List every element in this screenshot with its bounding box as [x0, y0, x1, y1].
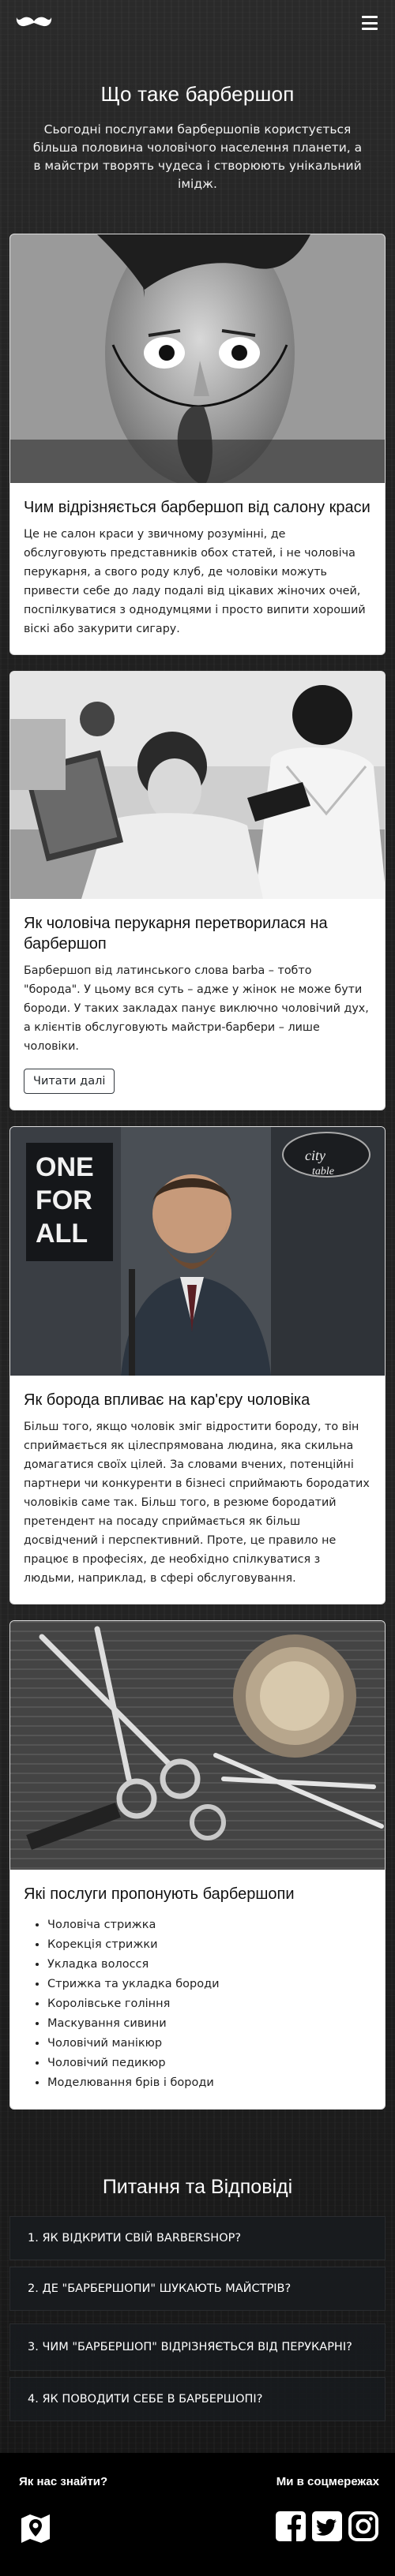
list-item: Чоловічий педикюр: [47, 2054, 371, 2073]
card-text: Це не салон краси у звичному розумінні, …: [24, 528, 366, 635]
list-item: Стрижка та укладка бороди: [47, 1975, 371, 1994]
faq-title: Питання та Відповіді: [102, 2176, 293, 2198]
article-card: ONE FOR ALL city table Як борода впливає…: [9, 1126, 386, 1604]
sign-all: ALL: [36, 1219, 88, 1249]
svg-text:table: table: [312, 1166, 334, 1178]
list-item: Моделювання брів і бороди: [47, 2073, 371, 2093]
hero-title: Що таке барбершоп: [100, 82, 295, 106]
social-links: [275, 2510, 379, 2542]
list-item: Корекція стрижки: [47, 1935, 371, 1955]
sign-for: FOR: [36, 1185, 92, 1215]
svg-text:city: city: [305, 1148, 325, 1163]
card-text: Барбершоп від латинського слова barba – …: [24, 964, 369, 1053]
card-body: Як борода впливає на кар'єру чоловіка Бі…: [10, 1376, 385, 1604]
faq-item[interactable]: 4. ЯК ПОВОДИТИ СЕБЕ В БАРБЕРШОПІ?: [9, 2377, 386, 2421]
hero-section: Що таке барбершоп Сьогодні послугами бар…: [0, 46, 395, 234]
card-body: Чим відрізняється барбершоп від салону к…: [10, 483, 385, 654]
article-card: Які послуги пропонують барбершопи Чолові…: [9, 1620, 386, 2110]
list-item: Королівське гоління: [47, 1994, 371, 2014]
hero-text: Сьогодні послугами барбершопів користуєт…: [32, 122, 363, 191]
faq-section: Питання та Відповіді 1. ЯК ВІДКРИТИ СВІЙ…: [0, 2125, 395, 2421]
footer: Як нас знайти? Ми в соцмережах: [0, 2453, 395, 2576]
sign-one: ONE: [36, 1152, 94, 1182]
read-more-button[interactable]: Читати далі: [24, 1069, 115, 1094]
card-text: Більш того, якщо чоловік зміг відростити…: [24, 1421, 370, 1585]
barber-scene-image: [10, 672, 385, 899]
dali-portrait-image: [10, 234, 385, 483]
card-body: Які послуги пропонують барбершопи Чолові…: [10, 1870, 385, 2109]
card-body: Як чоловіча перукарня перетворилася на б…: [10, 899, 385, 1110]
list-item: Чоловіча стрижка: [47, 1915, 371, 1935]
list-item: Чоловічий манікюр: [47, 2034, 371, 2054]
faq-item[interactable]: 3. ЧИМ "БАРБЕРШОП" ВІДРІЗНЯЄТЬСЯ ВІД ПЕР…: [9, 2323, 386, 2371]
facebook-icon[interactable]: [275, 2510, 307, 2542]
faq-item[interactable]: 2. ДЕ "БАРБЕРШОПИ" ШУКАЮТЬ МАЙСТРІВ?: [9, 2267, 386, 2311]
card-title: Чим відрізняється барбершоп від салону к…: [24, 499, 371, 516]
page: Що таке барбершоп Сьогодні послугами бар…: [0, 0, 395, 2576]
map-icon[interactable]: [19, 2510, 52, 2544]
instagram-icon[interactable]: [348, 2510, 379, 2542]
card-title: Які послуги пропонують барбершопи: [24, 1885, 295, 1903]
card-title: Як чоловіча перукарня перетворилася на б…: [24, 915, 328, 953]
footer-social: Ми в соцмережах: [275, 2475, 379, 2544]
hamburger-menu-button[interactable]: [362, 16, 378, 30]
top-navbar: [0, 0, 395, 46]
twitter-icon[interactable]: [311, 2510, 343, 2542]
man-with-beard-image: ONE FOR ALL city table: [10, 1127, 385, 1376]
services-list: Чоловіча стрижка Корекція стрижки Укладк…: [24, 1915, 371, 2093]
barber-tools-image: [10, 1621, 385, 1870]
list-item: Маскування сивини: [47, 2014, 371, 2034]
mustache-icon[interactable]: [16, 16, 52, 30]
article-card: Як чоловіча перукарня перетворилася на б…: [9, 671, 386, 1110]
list-item: Укладка волосся: [47, 1955, 371, 1975]
footer-find-us: Як нас знайти?: [19, 2475, 107, 2544]
faq-item[interactable]: 1. ЯК ВІДКРИТИ СВІЙ BARBERSHOP?: [9, 2216, 386, 2260]
article-card: Чим відрізняється барбершоп від салону к…: [9, 234, 386, 655]
card-title: Як борода впливає на кар'єру чоловіка: [24, 1391, 310, 1409]
find-us-heading: Як нас знайти?: [19, 2475, 108, 2488]
social-heading: Ми в соцмережах: [276, 2475, 379, 2488]
